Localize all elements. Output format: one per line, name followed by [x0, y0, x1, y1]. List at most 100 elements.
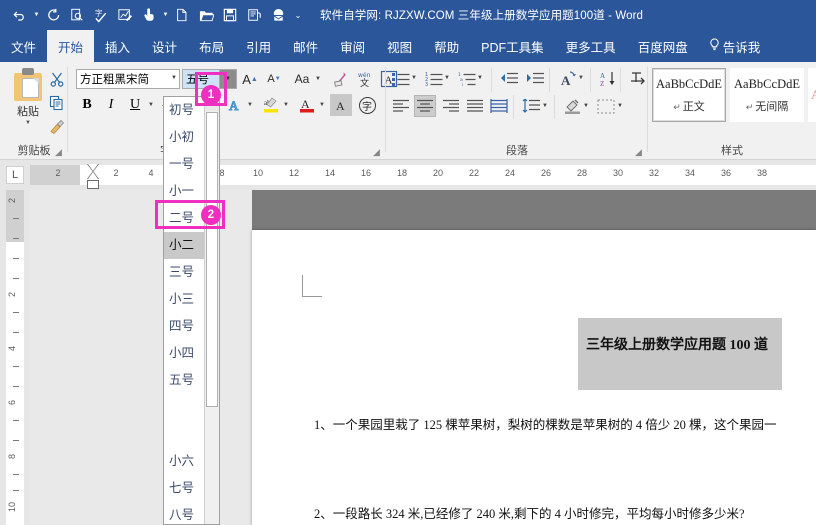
increase-indent-icon[interactable]	[524, 68, 546, 90]
shrink-font-button[interactable]: A ▼	[264, 69, 284, 89]
tab-references[interactable]: 引用	[235, 30, 282, 62]
font-size-option-xiaoer[interactable]: 小二	[164, 232, 205, 259]
asian-layout-icon[interactable]: A	[556, 68, 578, 90]
email-icon[interactable]	[266, 3, 290, 27]
font-size-option-sanhao[interactable]: 三号	[164, 259, 205, 286]
cut-icon[interactable]	[47, 69, 67, 89]
font-size-option-xiaosan[interactable]: 小三	[164, 286, 205, 313]
tab-pdf-tools[interactable]: PDF工具集	[470, 30, 555, 62]
save-icon[interactable]	[218, 3, 242, 27]
tab-insert[interactable]: 插入	[94, 30, 141, 62]
font-size-dropdown-list[interactable]: 初号 小初 一号 小一 二号 小二 三号 小三 四号 小四 五号 小五 六号 小…	[163, 96, 220, 525]
document-title-selection[interactable]: 三年级上册数学应用题 100 道	[578, 318, 782, 390]
borders-dropdown-icon[interactable]: ▼	[617, 103, 623, 109]
font-color-dropdown-icon[interactable]: ▼	[319, 102, 325, 108]
tab-more-tools[interactable]: 更多工具	[555, 30, 627, 62]
text-effects-icon[interactable]: A	[224, 94, 246, 116]
undo-icon[interactable]	[8, 3, 32, 27]
tell-me-box[interactable]: 告诉我	[699, 30, 760, 62]
font-size-option-xiaosi[interactable]: 小四	[164, 340, 205, 367]
tab-mailings[interactable]: 邮件	[282, 30, 329, 62]
customize-qat-icon[interactable]: ⌄	[290, 3, 306, 27]
paste-button[interactable]: 粘贴 ▼	[7, 68, 49, 126]
font-size-option-liuhao[interactable]: 六号	[164, 421, 205, 448]
font-size-option-wuhao[interactable]: 五号	[164, 367, 205, 394]
tab-view[interactable]: 视图	[376, 30, 423, 62]
enclose-character-icon[interactable]: 字	[356, 94, 378, 116]
underline-dropdown-icon[interactable]: ▼	[148, 102, 154, 108]
font-size-option-xiaowu[interactable]: 小五	[164, 394, 205, 421]
distribute-icon[interactable]	[488, 95, 510, 117]
shading-dropdown-icon[interactable]: ▼	[583, 103, 589, 109]
tab-review[interactable]: 审阅	[329, 30, 376, 62]
bullets-icon[interactable]	[390, 68, 412, 90]
shading-icon[interactable]	[561, 95, 583, 117]
grow-font-button[interactable]: A ▲	[240, 69, 260, 89]
style-item-heading[interactable]: AaB	[808, 68, 816, 122]
font-size-option-erhao[interactable]: 二号	[164, 205, 205, 232]
document-paragraph-2[interactable]: 2、一段路长 324 米,已经修了 240 米,剩下的 4 小时修完，平均每小时…	[314, 503, 745, 522]
font-name-combo[interactable]: 方正粗黑宋简 ▼	[76, 69, 180, 89]
bold-button[interactable]: B	[76, 94, 98, 116]
tab-stop-selector[interactable]: L	[0, 160, 30, 190]
horizontal-ruler[interactable]: 2 2 4 6 8 10 12 14 16 18 20 22 24 26 28 …	[30, 160, 816, 190]
font-size-scrollbar[interactable]: ▲	[204, 97, 219, 524]
bullets-dropdown-icon[interactable]: ▼	[411, 75, 417, 81]
scrollbar-thumb[interactable]	[206, 112, 218, 407]
asian-layout-dropdown-icon[interactable]: ▼	[578, 75, 584, 81]
edit-chart-icon[interactable]	[113, 3, 137, 27]
text-effects-dropdown-icon[interactable]: ▼	[247, 102, 253, 108]
format-painter-icon[interactable]	[47, 117, 67, 137]
style-item-normal[interactable]: AaBbCcDdE ↵ 正文	[652, 68, 726, 122]
highlight-dropdown-icon[interactable]: ▼	[283, 102, 289, 108]
tab-file[interactable]: 文件	[0, 30, 47, 62]
multilevel-dropdown-icon[interactable]: ▼	[477, 75, 483, 81]
spelling-check-icon[interactable]: 字	[89, 3, 113, 27]
align-right-icon[interactable]	[440, 95, 462, 117]
style-item-no-spacing[interactable]: AaBbCcDdE ↵ 无间隔	[730, 68, 804, 122]
clear-formatting-icon[interactable]	[330, 68, 352, 90]
justify-icon[interactable]	[464, 95, 486, 117]
font-size-option-qihao[interactable]: 七号	[164, 475, 205, 502]
document-paragraph-1[interactable]: 1、一个果园里栽了 125 棵苹果树，梨树的棵数是苹果树的 4 倍少 20 棵，…	[314, 414, 777, 433]
font-name-dropdown-icon[interactable]: ▼	[171, 75, 177, 81]
touch-mode-dropdown-icon[interactable]: ▼	[161, 3, 170, 27]
left-indent-marker[interactable]	[87, 180, 99, 189]
document-page[interactable]: 三年级上册数学应用题 100 道 1、一个果园里栽了 125 棵苹果树，梨树的棵…	[252, 230, 816, 525]
print-preview-icon[interactable]	[65, 3, 89, 27]
undo-dropdown-icon[interactable]: ▼	[32, 3, 41, 27]
font-size-option-bahao[interactable]: 八号	[164, 502, 205, 524]
new-document-icon[interactable]	[170, 3, 194, 27]
touch-mode-icon[interactable]	[137, 3, 161, 27]
vertical-ruler[interactable]: 2 2 4 6 8 10	[0, 190, 30, 525]
multilevel-list-icon[interactable]: 1ai	[456, 68, 478, 90]
tab-help[interactable]: 帮助	[423, 30, 470, 62]
copy-icon[interactable]	[47, 93, 67, 113]
align-center-icon[interactable]	[414, 95, 436, 117]
highlight-color-icon[interactable]: ab	[260, 94, 282, 116]
line-spacing-icon[interactable]	[520, 95, 542, 117]
font-size-option-chuhao[interactable]: 初号	[164, 97, 205, 124]
line-spacing-dropdown-icon[interactable]: ▼	[542, 103, 548, 109]
borders-icon[interactable]	[595, 95, 617, 117]
paragraph-dialog-launcher[interactable]: ◢	[635, 147, 645, 157]
font-size-dropdown-button[interactable]: ▼	[220, 69, 237, 89]
redo-icon[interactable]	[41, 3, 65, 27]
font-size-option-xiaoyi[interactable]: 小一	[164, 178, 205, 205]
phonetic-guide-icon[interactable]: wén 文	[354, 68, 376, 90]
tab-design[interactable]: 设计	[141, 30, 188, 62]
font-size-option-xiaochu[interactable]: 小初	[164, 124, 205, 151]
hanging-indent-marker[interactable]	[87, 171, 99, 179]
character-shading-icon[interactable]: A	[330, 94, 352, 116]
decrease-indent-icon[interactable]	[498, 68, 520, 90]
change-case-dropdown-icon[interactable]: ▼	[315, 76, 321, 82]
font-size-option-xiaoliu[interactable]: 小六	[164, 448, 205, 475]
font-color-icon[interactable]: A	[296, 94, 318, 116]
quick-print-icon[interactable]	[242, 3, 266, 27]
show-formatting-marks-icon[interactable]	[626, 68, 648, 90]
sort-icon[interactable]: AZ	[597, 68, 619, 90]
tab-home[interactable]: 开始	[47, 30, 95, 62]
font-size-option-sihao[interactable]: 四号	[164, 313, 205, 340]
font-dialog-launcher[interactable]: ◢	[373, 147, 383, 157]
open-folder-icon[interactable]	[194, 3, 218, 27]
